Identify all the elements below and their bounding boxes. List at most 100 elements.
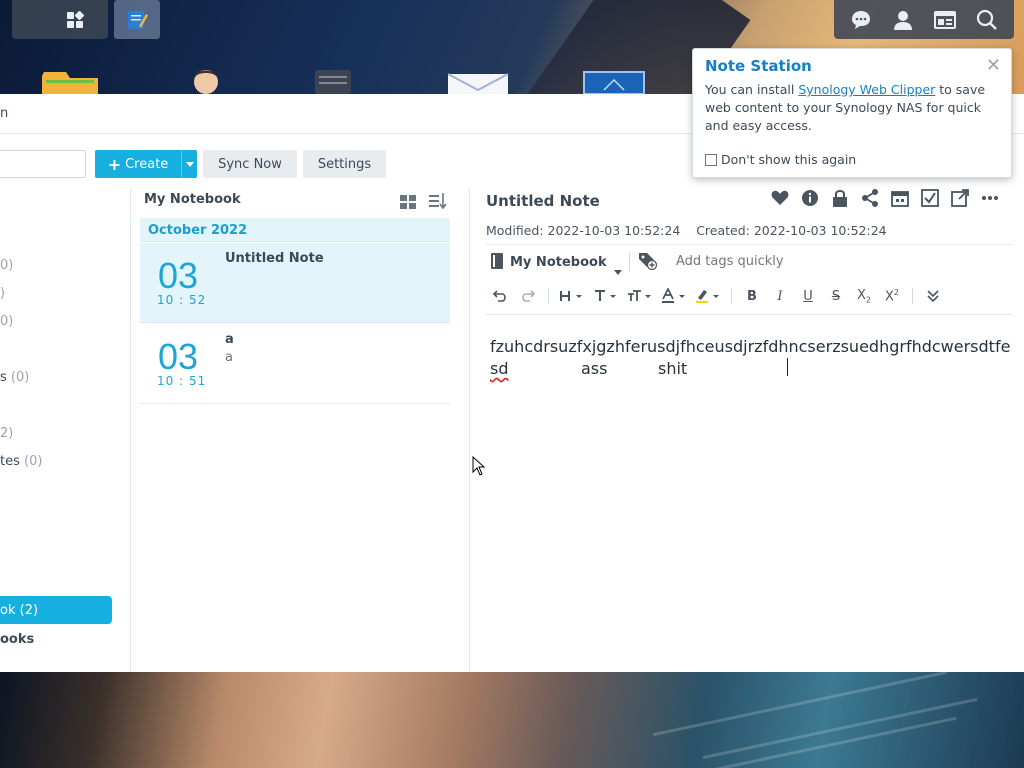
bold-icon: B (747, 288, 757, 304)
note-time: 10 : 52 (157, 293, 207, 307)
mail-desktop-icon[interactable] (446, 66, 510, 94)
sync-now-button[interactable]: Sync Now (203, 150, 297, 178)
lock-button[interactable] (830, 188, 850, 208)
note-list-header: My Notebook (144, 188, 454, 212)
popout-button[interactable] (950, 188, 970, 208)
calendar-icon (891, 191, 909, 207)
redo-button[interactable] (514, 285, 542, 307)
note-list-item[interactable]: 03 10 : 51 a a (140, 324, 450, 404)
created-date: Created: 2022-10-03 10:52:24 (696, 223, 887, 238)
note-title-field[interactable]: Untitled Note (486, 192, 600, 210)
create-label: Create (125, 156, 169, 172)
note-station-window: n + Create Sync Now Settings 0) ) 0) s (… (0, 94, 1024, 672)
checkbox[interactable] (705, 153, 717, 166)
underline-button[interactable]: U (794, 285, 822, 307)
notebook-selector[interactable]: My Notebook (510, 255, 607, 270)
subscript-button[interactable]: X2 (850, 285, 878, 307)
sidebar-item[interactable]: 2) (0, 426, 13, 441)
font-button[interactable] (589, 285, 623, 307)
sidebar-section-notebooks[interactable]: ooks (0, 632, 34, 647)
sidebar-item-count: (2) (19, 602, 39, 618)
dont-show-again-checkbox[interactable]: Don't show this again (705, 152, 856, 167)
desktop-wallpaper-bottom (0, 672, 1024, 768)
font-icon (595, 290, 616, 301)
favorite-button[interactable] (770, 188, 790, 208)
search-icon (976, 9, 997, 30)
month-group-header: October 2022 (140, 218, 450, 242)
widgets-button[interactable] (926, 1, 964, 39)
settings-button[interactable]: Settings (303, 150, 386, 178)
info-button[interactable] (800, 188, 820, 208)
highlight-button[interactable] (691, 285, 725, 307)
text-color-button[interactable] (657, 285, 691, 307)
folder-desktop-icon[interactable] (40, 66, 100, 94)
main-menu-button[interactable] (56, 1, 94, 39)
sidebar-item-label: tes (0, 454, 20, 469)
note-list-item[interactable]: 03 10 : 52 Untitled Note (140, 243, 450, 323)
sidebar-item[interactable]: 0) (0, 314, 13, 329)
sort-icon (429, 193, 447, 210)
font-size-button[interactable] (623, 285, 657, 307)
undo-button[interactable] (486, 285, 514, 307)
close-icon[interactable]: ✕ (986, 55, 1001, 76)
sidebar: 0) ) 0) s (0) 2) tes (0) ok (2) ooks (0, 188, 131, 672)
search-input[interactable] (0, 150, 86, 178)
user-desktop-icon[interactable] (186, 66, 226, 94)
chat-icon (852, 10, 870, 29)
content-word: ass (581, 359, 608, 378)
sidebar-item-label: ok (0, 602, 16, 618)
add-tag-icon[interactable] (638, 252, 658, 274)
sidebar-item-my-notebook[interactable]: ok (2) (0, 596, 112, 624)
notebook-icon (490, 253, 504, 273)
storage-desktop-icon[interactable] (313, 66, 353, 94)
create-button[interactable]: + Create (95, 155, 181, 174)
bold-button[interactable]: B (738, 285, 766, 307)
italic-button[interactable]: I (766, 285, 794, 307)
sidebar-item[interactable]: tes (0) (0, 454, 42, 469)
sidebar-item[interactable]: 0) (0, 258, 13, 273)
note-station-taskbar-button[interactable] (114, 0, 160, 39)
chat-button[interactable] (842, 1, 880, 39)
text-caret (787, 358, 788, 376)
tags-input[interactable] (676, 254, 876, 269)
monitor-desktop-icon[interactable] (582, 66, 646, 95)
divider (629, 253, 630, 271)
share-button[interactable] (860, 188, 880, 208)
note-metadata: Modified: 2022-10-03 10:52:24 Created: 2… (486, 223, 887, 238)
modified-date: Modified: 2022-10-03 10:52:24 (486, 223, 681, 238)
create-button-group: + Create (95, 150, 197, 178)
chevron-down-icon (185, 161, 194, 167)
window-title: n (0, 106, 9, 121)
note-station-icon (128, 10, 148, 29)
present-button[interactable] (890, 188, 910, 208)
grid-view-button[interactable] (400, 194, 416, 213)
note-title: Untitled Note (225, 251, 324, 266)
sidebar-item[interactable]: s (0) (0, 370, 29, 385)
person-icon (194, 70, 218, 94)
taskbar-right (834, 0, 1014, 39)
search-button[interactable] (968, 1, 1006, 39)
heading-button[interactable] (555, 285, 589, 307)
content-word: shit (658, 359, 688, 378)
notebook-tags-row: My Notebook (486, 248, 1012, 276)
note-preview: a (225, 350, 233, 365)
strikethrough-button[interactable]: S (822, 285, 850, 307)
divider (912, 288, 913, 304)
note-content-editor[interactable]: fzuhcdrsuzfxjgzhferusdjfhceusdjrzfdhncse… (490, 336, 1020, 378)
popout-icon (951, 189, 969, 207)
user-button[interactable] (884, 1, 922, 39)
web-clipper-link[interactable]: Synology Web Clipper (798, 82, 935, 97)
monitor-icon (583, 71, 645, 95)
todo-button[interactable] (920, 188, 940, 208)
more-button[interactable] (980, 188, 1000, 208)
superscript-button[interactable]: X2 (878, 285, 906, 307)
create-dropdown-button[interactable] (181, 150, 197, 178)
chevron-down-icon[interactable] (614, 260, 622, 279)
sort-button[interactable] (429, 193, 447, 213)
redo-icon (522, 290, 535, 302)
checkbox-icon (921, 189, 939, 207)
mouse-cursor-icon (472, 456, 486, 476)
note-actions (770, 188, 1000, 210)
sidebar-item[interactable]: ) (0, 286, 5, 301)
expand-toolbar-button[interactable] (919, 285, 947, 307)
